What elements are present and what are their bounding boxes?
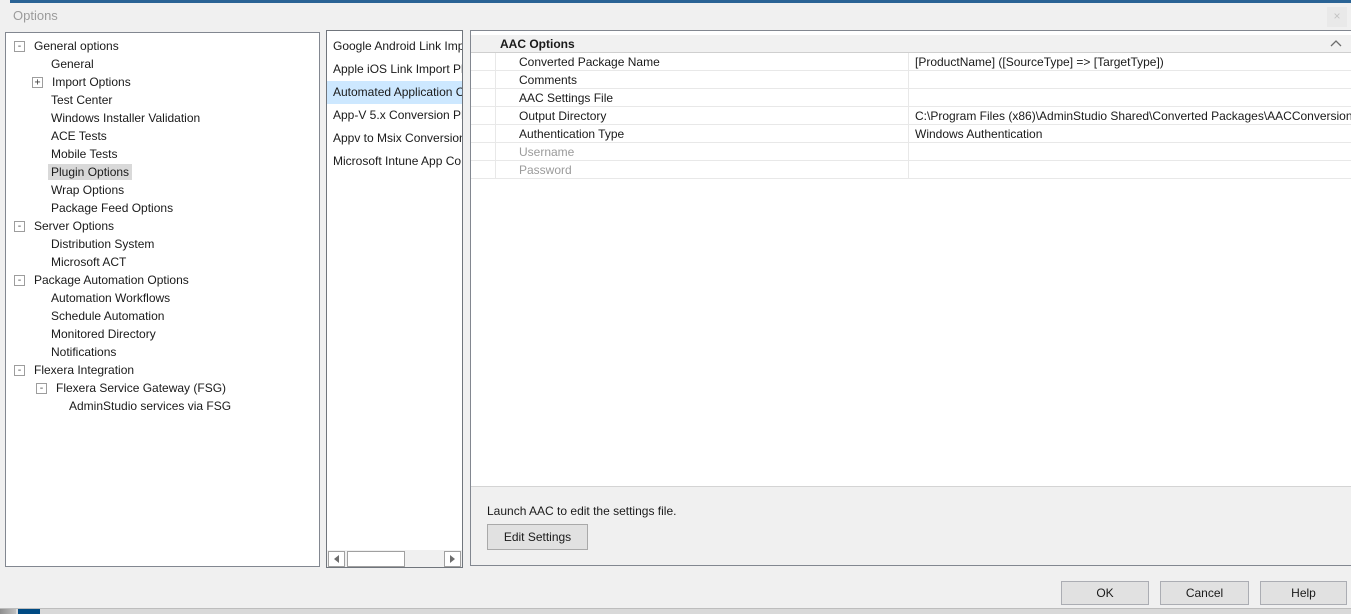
tree-item-general-options[interactable]: -General options [6,37,319,55]
bottom-strip-blue-segment [18,609,40,614]
expand-plus-icon[interactable]: + [32,77,43,88]
tree-item-notifications[interactable]: Notifications [6,343,319,361]
list-item-appv-to-msix[interactable]: Appv to Msix Conversion [327,127,462,150]
tree-item-ace-tests[interactable]: ACE Tests [6,127,319,145]
tree-item-general[interactable]: General [6,55,319,73]
collapse-minus-icon[interactable]: - [36,383,47,394]
tree-item-distribution-system[interactable]: Distribution System [6,235,319,253]
tree-item-package-automation-options[interactable]: -Package Automation Options [6,271,319,289]
row-gutter [471,71,496,88]
tree-item-microsoft-act[interactable]: Microsoft ACT [6,253,319,271]
tree-item-plugin-options[interactable]: Plugin Options [6,163,319,181]
tree-item-windows-installer-validation[interactable]: Windows Installer Validation [6,109,319,127]
tree-item-automation-workflows[interactable]: Automation Workflows [6,289,319,307]
collapse-minus-icon[interactable]: - [14,221,25,232]
list-item-automated-application[interactable]: Automated Application C [327,81,462,104]
list-item-appv-5x[interactable]: App-V 5.x Conversion Plu [327,104,462,127]
plugin-list-panel: Google Android Link Imp Apple iOS Link I… [326,30,463,568]
property-row-authentication-type[interactable]: Authentication Type Windows Authenticati… [471,125,1351,143]
cancel-button[interactable]: Cancel [1160,581,1249,605]
property-row-username: Username [471,143,1351,161]
row-gutter [471,107,496,124]
property-label: Converted Package Name [496,53,909,70]
tree-item-monitored-directory[interactable]: Monitored Directory [6,325,319,343]
property-grid: AAC Options Converted Package Name [Prod… [471,31,1351,487]
window-bottom-strip [0,608,1351,614]
tree-item-schedule-automation[interactable]: Schedule Automation [6,307,319,325]
property-label: Username [496,143,909,160]
bottom-strip-gray-segment [0,609,16,614]
property-row-aac-settings-file[interactable]: AAC Settings File [471,89,1351,107]
window-top-accent-bar [10,0,1351,3]
chevron-up-icon[interactable] [1330,39,1342,48]
scrollbar-thumb[interactable] [347,551,405,567]
collapse-minus-icon[interactable]: - [14,275,25,286]
property-label: AAC Settings File [496,89,909,106]
close-icon[interactable]: × [1327,7,1347,27]
tree-item-import-options[interactable]: +Import Options [6,73,319,91]
collapse-minus-icon[interactable]: - [14,365,25,376]
help-button[interactable]: Help [1260,581,1347,605]
tree-item-test-center[interactable]: Test Center [6,91,319,109]
property-label: Comments [496,71,909,88]
aac-options-panel: AAC Options Converted Package Name [Prod… [470,30,1351,566]
list-item-microsoft-intune[interactable]: Microsoft Intune App Co [327,150,462,173]
tree-item-wrap-options[interactable]: Wrap Options [6,181,319,199]
property-value[interactable]: C:\Program Files (x86)\AdminStudio Share… [909,109,1351,123]
row-gutter [471,53,496,70]
tree-item-mobile-tests[interactable]: Mobile Tests [6,145,319,163]
list-item-google-android[interactable]: Google Android Link Imp [327,35,462,58]
property-label: Authentication Type [496,125,909,142]
collapse-minus-icon[interactable]: - [14,41,25,52]
tree-item-adminstudio-services-via-fsg[interactable]: AdminStudio services via FSG [6,397,319,415]
property-row-converted-package-name[interactable]: Converted Package Name [ProductName] ([S… [471,53,1351,71]
tree-item-flexera-service-gateway[interactable]: -Flexera Service Gateway (FSG) [6,379,319,397]
scroll-left-icon[interactable] [328,551,345,567]
property-label: Password [496,161,909,178]
group-header-aac-options[interactable]: AAC Options [471,35,1351,53]
tree-item-flexera-integration[interactable]: -Flexera Integration [6,361,319,379]
group-header-label: AAC Options [500,37,575,51]
scroll-right-icon[interactable] [444,551,461,567]
property-row-comments[interactable]: Comments [471,71,1351,89]
horizontal-scrollbar[interactable] [327,550,462,567]
property-label: Output Directory [496,107,909,124]
property-row-output-directory[interactable]: Output Directory C:\Program Files (x86)\… [471,107,1351,125]
launch-aac-hint-text: Launch AAC to edit the settings file. [487,504,676,518]
property-value[interactable]: Windows Authentication [909,127,1351,141]
row-gutter [471,161,496,178]
edit-settings-button[interactable]: Edit Settings [487,524,588,550]
property-value[interactable]: [ProductName] ([SourceType] => [TargetTy… [909,55,1351,69]
tree-item-package-feed-options[interactable]: Package Feed Options [6,199,319,217]
list-item-apple-ios[interactable]: Apple iOS Link Import Plu [327,58,462,81]
property-row-password: Password [471,161,1351,179]
row-gutter [471,143,496,160]
ok-button[interactable]: OK [1061,581,1149,605]
options-tree-panel: -General options General +Import Options… [5,32,320,567]
row-gutter [471,89,496,106]
row-gutter [471,125,496,142]
dialog-title: Options [13,8,58,23]
tree-item-server-options[interactable]: -Server Options [6,217,319,235]
